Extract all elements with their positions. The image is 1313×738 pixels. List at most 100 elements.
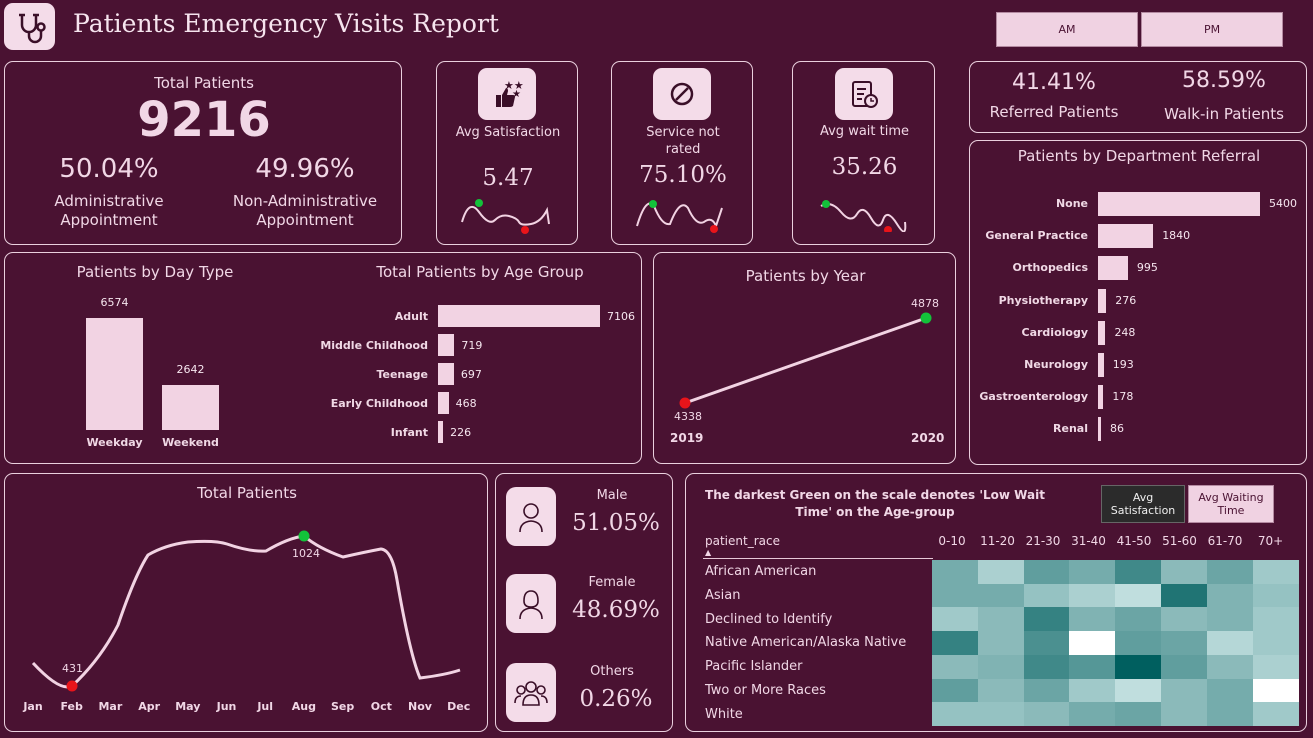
heatmap-column-label: 61-70 [1207,534,1243,548]
heatmap-cell [1069,702,1116,727]
not-rated-value: 75.10% [639,162,727,188]
monthly-max-point [298,530,310,542]
heatmap-cell [1069,678,1116,703]
heatmap-cell [932,678,978,703]
year-2020-label: 2020 [911,431,945,445]
department-bar-value: 995 [1136,261,1158,275]
department-bar-value: 86 [1110,422,1124,436]
heatmap-cell [1115,702,1162,727]
heatmap-cell [1206,654,1253,679]
department-bar-value: 276 [1115,293,1137,307]
heatmap-column-label: 31-40 [1071,534,1106,548]
clipboard-clock-icon [851,81,878,108]
sparkline-min-marker [884,226,892,232]
heatmap-cell [977,560,1024,584]
age-group-bar-value: 7106 [607,310,635,323]
male-label: Male [596,488,628,503]
referred-pct: 41.41% [1012,70,1096,95]
heatmap-cell [1023,631,1070,656]
heatmap-note: The darkest Green on the scale denotes '… [705,488,1045,519]
department-card: Patients by Department Referral None 5400… [969,140,1307,465]
heatmap-cell [1023,607,1070,632]
heatmap-cell [1069,560,1116,584]
heatmap-cell [1161,631,1207,656]
wait-label: Avg wait time [819,124,910,139]
wait-icon-box [834,68,893,120]
year-card: Patients by Year 4338 4878 2019 2020 [653,252,956,464]
monthly-max-label: 1024 [292,547,320,560]
department-bar [1098,417,1101,442]
heatmap-cell [1206,678,1253,703]
heatmap-cell [1252,678,1299,703]
department-bar-label: Neurology [1024,358,1088,371]
monthly-min-label: 431 [62,662,83,675]
heatmap-cell [977,583,1024,608]
department-bar-label: Gastroenterology [979,390,1088,404]
month-label: Mar [98,700,123,713]
heatmap-cell [1206,631,1253,656]
heatmap-row-label: Asian [705,587,741,603]
heatmap-column-label: 41-50 [1116,534,1152,548]
department-bar-label: Orthopedics [1012,261,1088,275]
heatmap-row-label: Declined to Identify [705,611,833,627]
department-bar-label: Physiotherapy [998,293,1088,307]
not-rated-icon-box [653,68,711,120]
month-label: Nov [408,700,432,713]
department-bar [1098,320,1106,345]
thumbs-up-stars-icon: ★★ ★ [496,79,524,107]
avg-waiting-time-toggle[interactable]: Avg Waiting Time [1188,485,1274,523]
heatmap-row-label: Two or More Races [705,683,826,698]
female-label: Female [588,575,636,590]
heatmap-cell [932,583,978,608]
male-value: 51.05% [572,510,660,536]
heatmap-cell [1069,654,1116,679]
heatmap-cell [1252,702,1299,727]
heatmap-cell [1252,654,1299,679]
sort-up-icon[interactable]: ▲ [705,548,711,557]
department-bar-value: 248 [1114,325,1136,339]
heatmap-row-label: White [705,706,743,722]
department-bar-value: 178 [1112,390,1134,404]
heatmap-cell [1023,678,1070,703]
gender-card: Male 51.05% Female 48.69% Others 0.26% [495,473,673,732]
am-button[interactable]: AM [996,12,1138,47]
department-bar [1098,256,1128,281]
avg-satisfaction-toggle[interactable]: Avg Satisfaction [1101,485,1185,523]
heatmap-cell [1161,583,1207,608]
not-rated-card: Service not rated 75.10% [611,61,753,245]
month-label: Aug [291,700,316,713]
pm-button[interactable]: PM [1141,12,1283,47]
heatmap-cell [1023,654,1070,679]
month-label: Sep [330,700,355,713]
others-value: 0.26% [579,686,653,712]
heatmap-cell [1206,560,1253,584]
heatmap-cell [1115,607,1162,632]
sparkline-max-marker [822,200,830,208]
year-2020-value: 4878 [911,297,939,310]
department-bar [1098,353,1104,377]
heatmap-row-label: Pacific Islander [705,659,803,675]
heatmap-cell [1206,607,1253,632]
heatmap-cell [1023,583,1070,608]
heatmap-cell [977,654,1024,679]
wait-value: 35.26 [831,154,898,180]
heatmap-cell [1023,702,1070,727]
heatmap-cell [932,702,978,727]
heatmap-column-label: 70+ [1257,534,1284,548]
heatmap-divider [703,558,933,559]
heatmap-cell [1161,560,1207,584]
monthly-min-point [66,680,78,692]
department-title: Patients by Department Referral [1017,147,1261,165]
heatmap-cell [1115,654,1162,679]
heatmap-cell [1069,583,1116,608]
heatmap-cell [1206,702,1253,727]
department-bar-value: 5400 [1269,197,1297,210]
heatmap-cell [932,654,978,679]
female-value: 48.69% [572,597,660,623]
heatmap-cell [1069,631,1116,656]
month-label: Feb [60,700,83,713]
wait-time-card: Avg wait time 35.26 [792,61,935,245]
heatmap-column-label: 21-30 [1025,534,1061,548]
department-bar-label: General Practice [985,229,1088,243]
heatmap-cell [977,678,1024,703]
